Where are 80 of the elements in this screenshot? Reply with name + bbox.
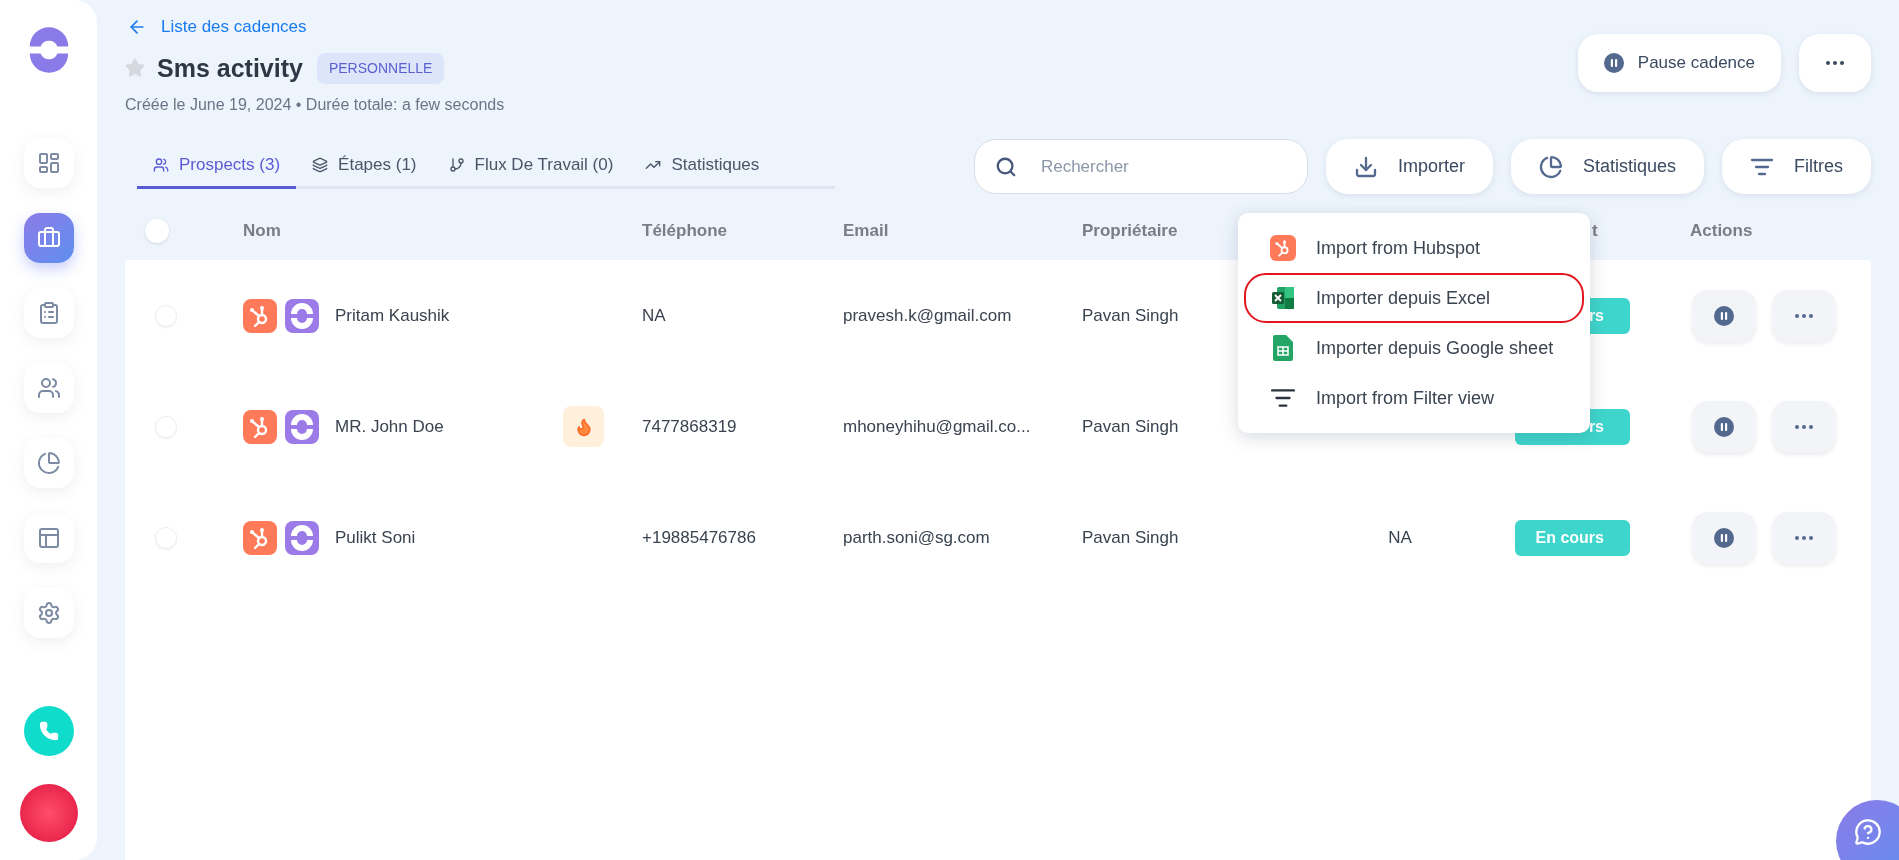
table-cell-text: Pavan Singh	[1082, 415, 1180, 438]
sidebar-item[interactable]	[23, 438, 74, 488]
search-input[interactable]: Rechercher	[1040, 153, 1287, 180]
templates-icon	[36, 526, 61, 550]
status-badge: En cours	[1515, 519, 1630, 556]
table-cell-text: mhoneyhihu@gmail.co...	[843, 415, 1032, 438]
star-icon[interactable]	[125, 58, 145, 79]
search-field[interactable]: Rechercher	[973, 139, 1308, 194]
phone-icon	[38, 721, 59, 741]
table-cell-text: Pavan Singh	[1082, 304, 1180, 327]
table-cell-text: parth.soni@sg.com	[843, 526, 991, 549]
table-cell-text: 7477868319	[642, 415, 738, 438]
column-header: Actions	[1690, 221, 1753, 241]
avatar[interactable]	[19, 784, 78, 842]
import-button[interactable]: Importer	[1325, 139, 1493, 194]
table-cell-text: NA	[1388, 526, 1412, 549]
pause-icon	[1603, 53, 1624, 73]
pause-cadence-button[interactable]: Pause cadence	[1577, 34, 1781, 92]
tab[interactable]: Flux De Travail (0)	[432, 144, 630, 189]
back-link[interactable]: Liste des cadences	[127, 14, 505, 40]
tab[interactable]: Étapes (1)	[296, 144, 433, 189]
pause-icon	[1714, 305, 1734, 326]
table-cell-text: pravesh.k@gmail.com	[843, 304, 1013, 327]
phone-button[interactable]	[23, 706, 74, 756]
pause-icon	[1714, 527, 1734, 548]
table-cell-text: Pulikt Soni	[335, 526, 416, 549]
column-header: Nom	[243, 220, 282, 243]
stats-button[interactable]: Statistiques	[1510, 139, 1704, 194]
table-cell-text: MR. John Doe	[335, 415, 444, 438]
more-icon	[1826, 61, 1844, 65]
sidebar-item[interactable]	[23, 288, 74, 338]
hubspot-icon	[243, 409, 277, 444]
more-icon	[1795, 313, 1813, 318]
search-icon	[994, 155, 1017, 178]
table-cell-text: Pritam Kaushik	[335, 304, 450, 327]
column-header: t	[1592, 221, 1598, 241]
app-logo-icon	[285, 520, 319, 555]
select-all-checkbox[interactable]	[145, 219, 169, 243]
sidebar-item[interactable]	[23, 363, 74, 413]
team-icon	[36, 376, 61, 400]
reports-icon	[36, 451, 61, 475]
subtitle: Créée le June 19, 2024 • Durée totale: a few seconds	[125, 95, 505, 115]
settings-icon	[36, 601, 61, 625]
pause-icon	[1714, 416, 1734, 437]
table-cell-text: NA	[642, 304, 667, 327]
more-icon	[1795, 535, 1813, 540]
app-logo-icon	[285, 409, 319, 444]
sidebar-item[interactable]	[23, 513, 74, 563]
hubspot-icon	[1270, 235, 1296, 261]
dashboard-icon	[36, 151, 61, 175]
menu-item[interactable]: Import from Hubspot	[1244, 223, 1584, 273]
column-header: Email	[843, 220, 890, 243]
more-icon	[1795, 424, 1813, 429]
table-cell-text: Pavan Singh	[1082, 526, 1180, 549]
steps-icon	[312, 157, 329, 173]
sheet-icon	[1273, 335, 1293, 361]
import-icon	[1353, 154, 1378, 179]
pause-button[interactable]	[1692, 400, 1756, 453]
sidebar-item[interactable]	[23, 138, 74, 188]
help-icon	[1854, 818, 1882, 846]
column-header: Téléphone	[642, 220, 728, 243]
app-logo-icon	[285, 298, 319, 333]
tab[interactable]: Statistiques	[629, 144, 776, 189]
prospects-icon	[153, 157, 169, 173]
spreadsheet-icon	[1270, 285, 1296, 311]
hubspot-icon	[243, 520, 277, 555]
workflow-icon	[448, 157, 465, 173]
type-badge: PERSONNELLE	[316, 52, 445, 84]
tab[interactable]: Prospects (3)	[137, 144, 297, 189]
table-cell-text: +19885476786	[642, 526, 757, 549]
pause-button[interactable]	[1692, 289, 1756, 342]
page-title: Sms activity	[157, 52, 303, 84]
hubspot-icon	[243, 298, 277, 333]
sidebar-item[interactable]	[23, 588, 74, 638]
column-header: Propriétaire	[1082, 220, 1179, 243]
stats-icon	[1538, 154, 1563, 179]
filter-button[interactable]: Filtres	[1722, 139, 1871, 194]
sidebar-item[interactable]	[23, 213, 74, 263]
menu-item[interactable]: Importer depuis Excel	[1244, 273, 1584, 323]
pause-button[interactable]	[1692, 511, 1756, 564]
